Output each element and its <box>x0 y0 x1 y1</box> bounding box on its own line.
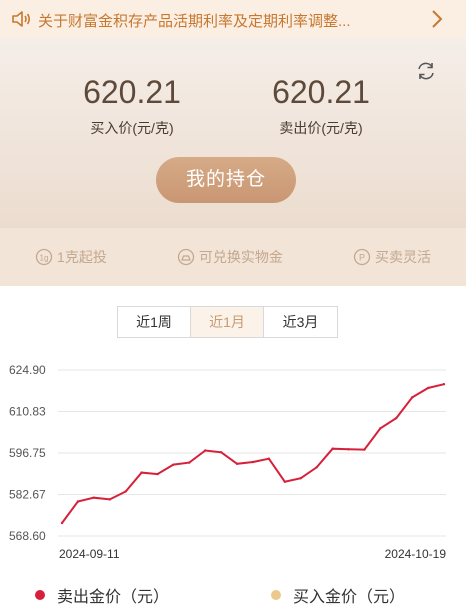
data-point <box>76 500 80 503</box>
legend-sell-label: 卖出金价（元） <box>57 589 170 606</box>
data-point <box>251 460 255 464</box>
legend-sell: 卖出金价（元） <box>35 583 169 607</box>
legend-buy: 买入金价（元） <box>271 583 405 607</box>
tab-1-week[interactable]: 近1周 <box>118 307 191 337</box>
data-point <box>442 382 446 386</box>
notice-text[interactable]: 关于财富金积存产品活期利率及定期利率调整... <box>38 10 351 31</box>
gold-bar-icon <box>177 248 195 266</box>
x-tick-end: 2024-10-19 <box>385 547 447 561</box>
y-tick-label: 596.75 <box>9 446 46 460</box>
data-point <box>410 396 414 399</box>
data-point <box>426 386 430 390</box>
data-point <box>108 498 111 501</box>
data-point <box>124 490 127 493</box>
y-tick-label: 610.83 <box>9 404 46 418</box>
data-point <box>204 449 207 452</box>
data-point <box>60 521 64 525</box>
svg-text:P: P <box>359 253 365 263</box>
data-point <box>188 461 191 464</box>
price-panel: 620.21 620.21 买入价(元/克) 卖出价(元/克) 我的持仓 <box>0 38 466 228</box>
legend-buy-dot <box>271 590 281 600</box>
data-point <box>267 457 271 460</box>
data-point <box>347 448 350 451</box>
tab-3-months[interactable]: 近3月 <box>264 307 337 337</box>
chart-legend: 卖出金价（元） 买入金价（元） <box>0 583 466 607</box>
features-strip: 1g 1克起投 可兑换实物金 P 买卖灵活 <box>0 228 466 286</box>
gram-icon: 1g <box>35 248 53 266</box>
data-point <box>172 463 175 466</box>
data-point <box>235 462 239 465</box>
sell-price: 620.21 <box>272 74 370 110</box>
legend-buy-label: 买入金价（元） <box>293 589 406 606</box>
feature-one-gram: 1g 1克起投 <box>35 247 107 267</box>
data-point <box>140 471 143 474</box>
data-point <box>299 477 302 480</box>
data-point <box>331 447 334 450</box>
notice-bar[interactable]: 关于财富金积存产品活期利率及定期利率调整... <box>0 0 466 38</box>
buy-price: 620.21 <box>83 74 181 110</box>
svg-text:1g: 1g <box>40 254 49 263</box>
data-point <box>283 480 287 483</box>
price-chart: 624.90 610.83 596.75 582.67 568.60 2024-09-1… <box>9 363 447 561</box>
sell-price-label: 卖出价(元/克) <box>279 120 363 136</box>
feature-flexible-trading: P 买卖灵活 <box>353 247 431 267</box>
feature-label: 可兑换实物金 <box>198 249 283 265</box>
refresh-icon[interactable] <box>415 60 437 82</box>
feature-label: 买卖灵活 <box>374 249 431 265</box>
period-tabs: 近1周 近1月 近3月 <box>117 306 338 338</box>
y-tick-label: 582.67 <box>9 488 46 502</box>
x-tick-start: 2024-09-11 <box>59 547 120 561</box>
data-point <box>363 448 366 451</box>
tab-1-month[interactable]: 近1月 <box>191 307 264 337</box>
feature-physical-gold: 可兑换实物金 <box>177 247 283 267</box>
speaker-icon <box>12 11 31 27</box>
data-point <box>379 427 382 430</box>
feature-label: 1克起投 <box>57 249 107 265</box>
chevron-right-icon[interactable] <box>430 9 444 29</box>
p-coin-icon: P <box>353 248 371 266</box>
y-tick-label: 568.60 <box>9 529 46 543</box>
data-point <box>315 466 318 469</box>
data-point <box>156 472 159 476</box>
data-point <box>92 496 96 499</box>
data-point <box>395 416 398 420</box>
y-tick-label: 624.90 <box>9 363 46 377</box>
legend-sell-dot <box>35 590 45 600</box>
my-holdings-button[interactable]: 我的持仓 <box>156 157 296 203</box>
buy-price-label: 买入价(元/克) <box>90 120 174 136</box>
data-point <box>219 451 223 454</box>
sell-price-line <box>61 383 445 524</box>
